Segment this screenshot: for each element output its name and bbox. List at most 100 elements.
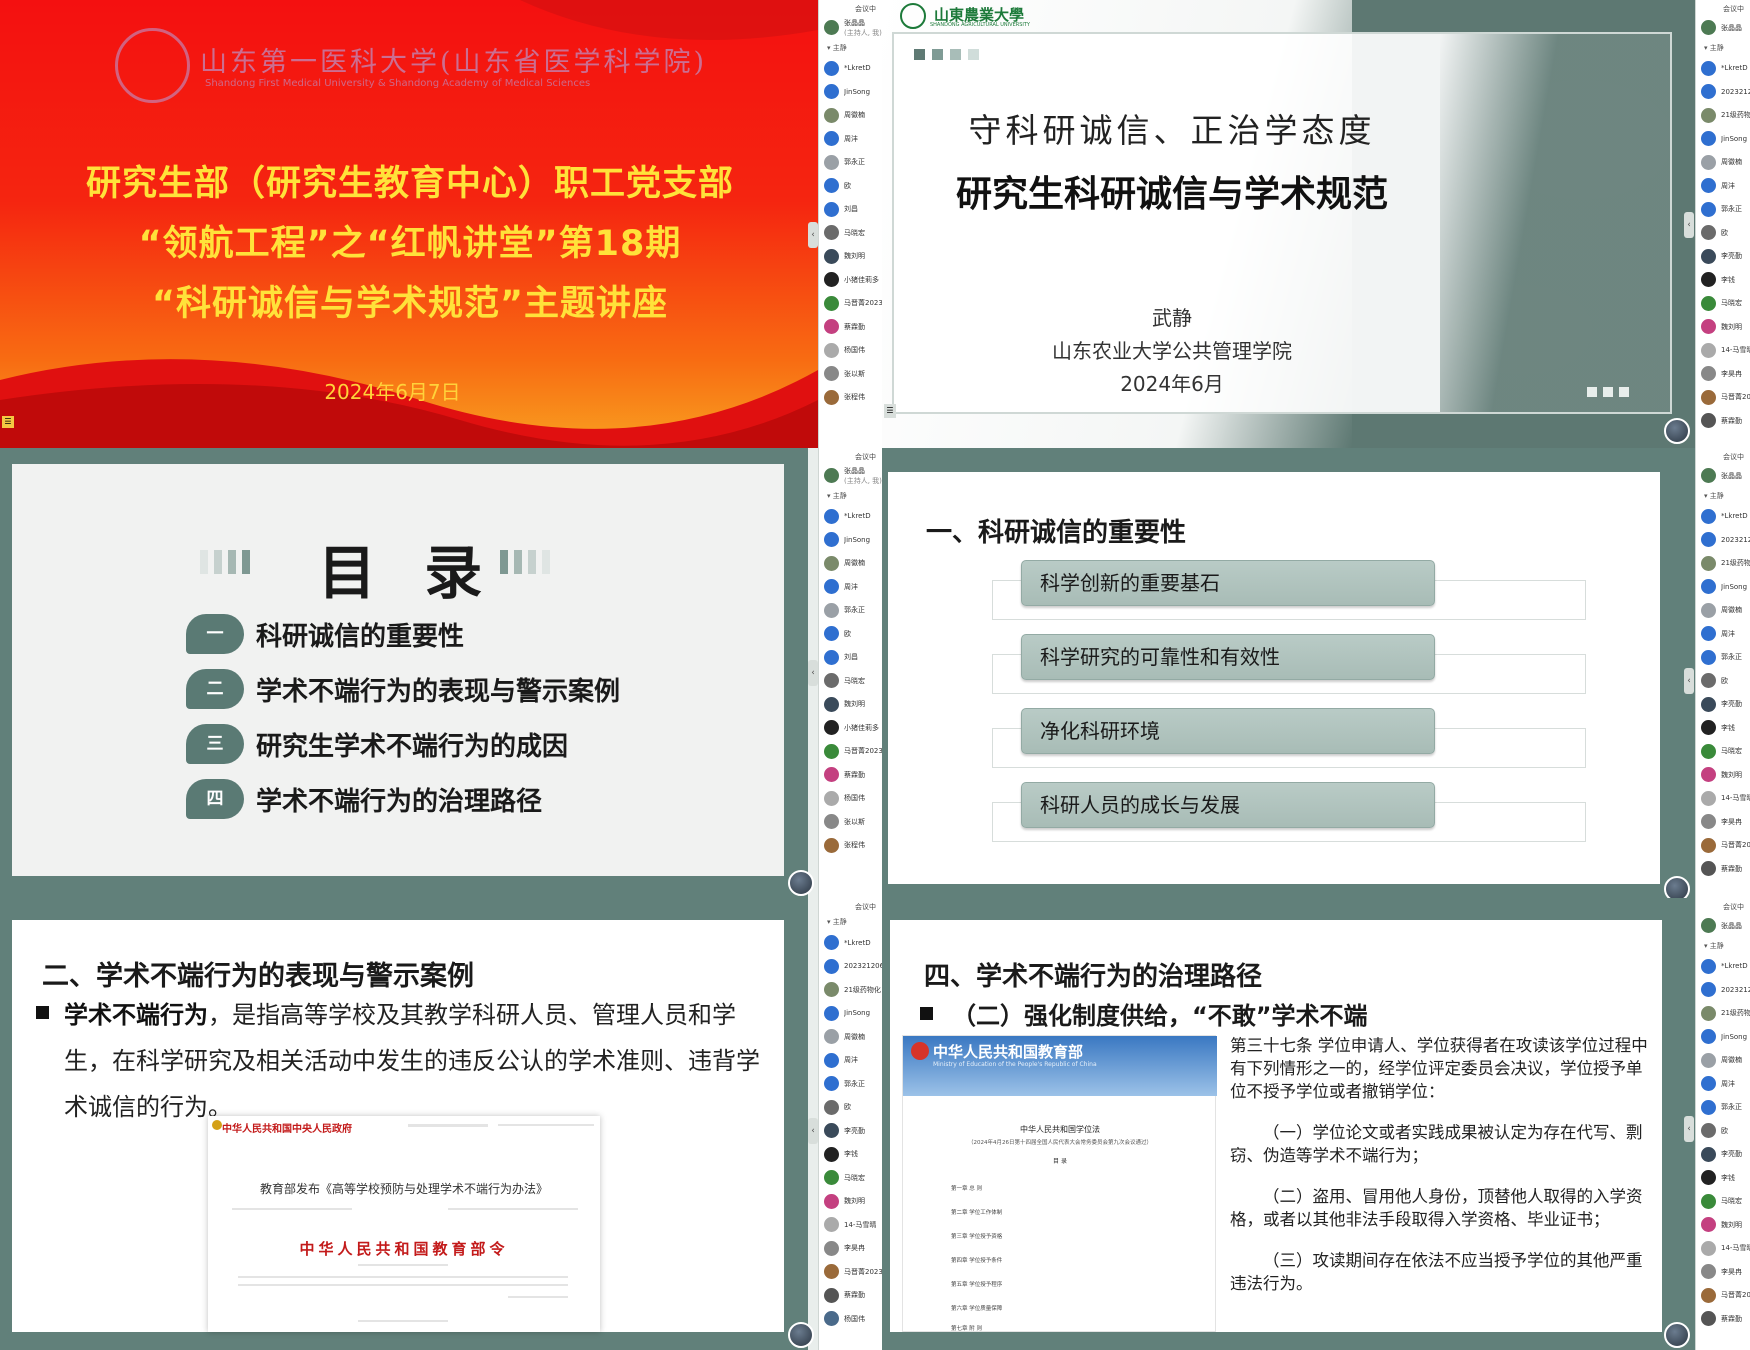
participant-row[interactable]: 刘昌 [819,198,882,222]
participant-host[interactable]: 张晶晶 [1696,464,1750,488]
participant-row[interactable]: 周徽楠 [819,104,882,128]
participant-row[interactable]: 202321206 [1696,80,1750,104]
participant-row[interactable]: 欧 [819,174,882,198]
participant-row[interactable]: 蔡霖勤 [819,1284,882,1308]
participant-row[interactable]: 郭永正 [819,599,882,623]
participant-row[interactable]: 魏刘明 [1696,1213,1750,1237]
participant-row[interactable]: 李钱 [1696,716,1750,740]
participant-list-6[interactable]: 会议中 张晶晶 ▾ 主静 *LkretD20232120621级药物化JinSo… [1695,898,1750,1350]
participant-row[interactable]: 郭永正 [819,1072,882,1096]
participant-row[interactable]: 欧 [819,622,882,646]
toc-item-2[interactable]: 二学术不端行为的表现与警示案例 [186,669,620,709]
participant-row[interactable]: 欧 [1696,1119,1750,1143]
speaker-avatar[interactable] [788,870,814,896]
participant-section-header[interactable]: ▾ 主静 [819,914,882,931]
participant-row[interactable]: JinSong [819,80,882,104]
participant-row[interactable]: JinSong [819,1002,882,1026]
participant-row[interactable]: 马晓宏 [819,221,882,245]
participant-row[interactable]: 周徽楠 [1696,599,1750,623]
participant-row[interactable]: 马晋菁2023 [1696,834,1750,858]
participant-row[interactable]: 马晋菁2023 [1696,1284,1750,1308]
slide-tile-3[interactable]: 目 录 一科研诚信的重要性 二学术不端行为的表现与警示案例 三研究生学术不端行为… [0,448,808,898]
toc-item-4[interactable]: 四学术不端行为的治理路径 [186,779,542,819]
participant-list-5[interactable]: 会议中 ▾ 主静 *LkretD 202321206 21级药物化 JinSong 周徽… [818,898,882,1350]
participant-row[interactable]: 21级药物化 [1696,104,1750,128]
speaker-avatar[interactable] [1664,1322,1690,1348]
participant-row[interactable]: 小猪佳莉多 [819,268,882,292]
sidebar-collapse-button[interactable]: ‹ [808,222,818,248]
slide-tile-2[interactable]: 山東農業大學 SHANDONG AGRICULTURAL UNIVERSITY … [882,0,1695,448]
participant-row[interactable]: 杨国伟 [819,1307,882,1331]
participant-row[interactable]: *LkretD [1696,505,1750,529]
toc-item-1[interactable]: 一科研诚信的重要性 [186,614,464,654]
participant-row[interactable]: 21级药物化 [819,978,882,1002]
participant-row[interactable]: 202321206 [1696,978,1750,1002]
participant-row[interactable]: 周徽楠 [819,1025,882,1049]
participant-row[interactable]: 马晓宏 [819,1166,882,1190]
participant-section-header[interactable]: ▾ 主静 [1696,938,1750,955]
participant-row[interactable]: 杨国伟 [819,787,882,811]
importance-item-2[interactable]: 科学研究的可靠性和有效性 [1021,634,1435,680]
participant-row[interactable]: 马晋菁2023 [819,740,882,764]
participant-row[interactable]: JinSong [1696,1025,1750,1049]
participant-row[interactable]: 马晓宏 [1696,1190,1750,1214]
participant-row[interactable]: 马晋菁2023 [819,1260,882,1284]
slide-tile-5[interactable]: 二、学术不端行为的表现与警示案例 学术不端行为，是指高等学校及其教学科研人员、管… [0,898,808,1350]
participant-row[interactable]: 202321206 [819,955,882,979]
participant-row[interactable]: 蔡霖勤 [819,315,882,339]
participant-list-2[interactable]: 会议中 张晶晶 ▾ 主静 *LkretD20232120621级药物化JinSo… [1695,0,1750,448]
participant-row[interactable]: 14-马雪晴 [819,1213,882,1237]
participant-row[interactable]: 周徽楠 [1696,151,1750,175]
participant-section-header[interactable]: ▾ 主静 [819,40,882,57]
participant-row[interactable]: 郭永正 [819,151,882,175]
sidebar-collapse-button[interactable]: ‹ [808,1118,818,1144]
participant-row[interactable]: 郭永正 [1696,198,1750,222]
participant-row[interactable]: 21级药物化 [1696,552,1750,576]
participant-row[interactable]: 李亮勤 [819,1119,882,1143]
participant-row[interactable]: 张以斯 [819,362,882,386]
speaker-avatar[interactable] [1664,418,1690,444]
participant-row[interactable]: *LkretD [819,931,882,955]
participant-row[interactable]: JinSong [1696,575,1750,599]
participant-row[interactable]: 李昊冉 [1696,810,1750,834]
participant-row[interactable]: 蔡霖勤 [1696,1307,1750,1331]
participant-row[interactable]: JinSong [819,528,882,552]
participant-row[interactable]: 202321206 [1696,528,1750,552]
participant-row[interactable]: 周徽楠 [1696,1049,1750,1073]
participant-row[interactable]: JinSong [1696,127,1750,151]
sidebar-collapse-button[interactable]: ‹ [1684,1116,1694,1142]
participant-row[interactable]: 马晋菁2023 [819,292,882,316]
participant-row[interactable]: 马晓宏 [1696,740,1750,764]
participant-row[interactable]: 张程伟 [819,386,882,410]
participant-row[interactable]: 周沣 [1696,1072,1750,1096]
participant-row[interactable]: 蔡霖勤 [1696,409,1750,433]
slide-tile-4[interactable]: 一、科研诚信的重要性 科学创新的重要基石 科学研究的可靠性和有效性 净化科研环境… [882,448,1695,898]
participant-host[interactable]: 张晶晶 (主持人, 我) [819,464,882,488]
importance-item-1[interactable]: 科学创新的重要基石 [1021,560,1435,606]
participant-row[interactable]: 魏刘明 [819,693,882,717]
participant-row[interactable]: *LkretD [1696,57,1750,81]
sidebar-collapse-button[interactable]: ‹ [1684,668,1694,694]
participant-row[interactable]: 李钱 [819,1143,882,1167]
list-toggle-icon[interactable]: ☰ [2,416,14,428]
participant-row[interactable]: 李亮勤 [1696,245,1750,269]
participant-row[interactable]: 周沣 [819,575,882,599]
participant-section-header[interactable]: ▾ 主静 [819,488,882,505]
participant-row[interactable]: 郭永正 [1696,646,1750,670]
participant-row[interactable]: 李钱 [1696,268,1750,292]
participant-host[interactable]: 张晶晶 [1696,16,1750,40]
participant-row[interactable]: 欧 [1696,669,1750,693]
participant-row[interactable]: 李钱 [1696,1166,1750,1190]
participant-row[interactable]: 蔡霖勤 [1696,857,1750,881]
participant-row[interactable]: 张以斯 [819,810,882,834]
participant-row[interactable]: 魏刘明 [819,1190,882,1214]
participant-section-header[interactable]: ▾ 主静 [1696,488,1750,505]
participant-host[interactable]: 张晶晶 [1696,914,1750,938]
participant-row[interactable]: 李亮勤 [1696,693,1750,717]
participant-row[interactable]: *LkretD [819,57,882,81]
participant-row[interactable]: 欧 [1696,221,1750,245]
list-toggle-icon[interactable]: ☰ [884,404,896,418]
importance-item-4[interactable]: 科研人员的成长与发展 [1021,782,1435,828]
participant-row[interactable]: 14-马雪晴 [1696,1237,1750,1261]
participant-row[interactable]: 周沣 [1696,622,1750,646]
